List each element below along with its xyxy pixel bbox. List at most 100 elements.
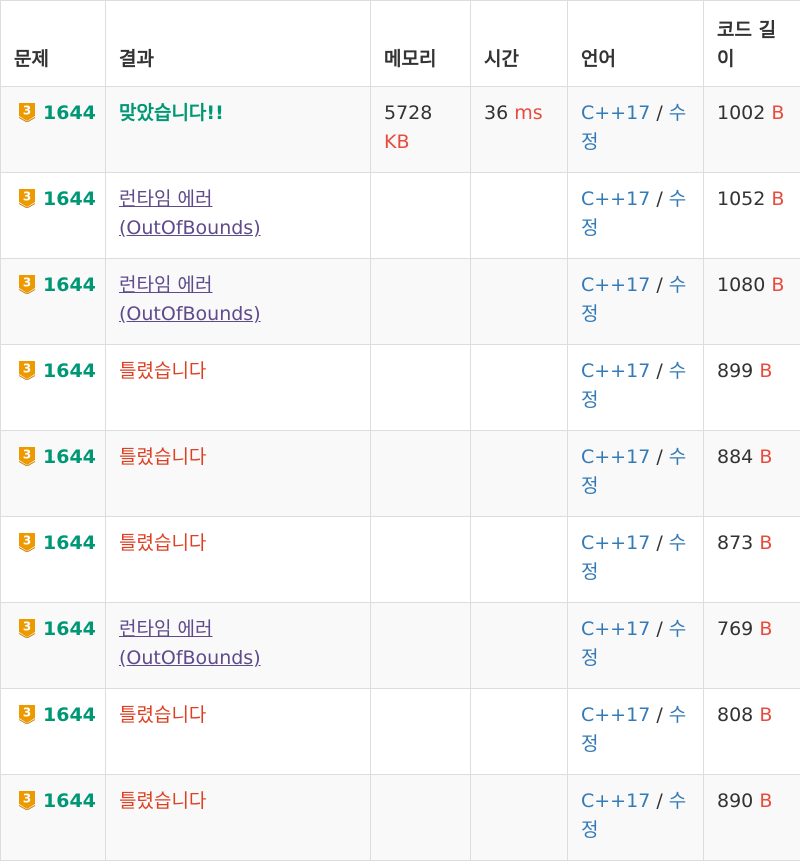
table-row: 3 1644 틀렸습니다 C++17 / 수정884 B [1,431,800,517]
tier-level-label: 3 [23,276,31,290]
result-cell: 맞았습니다!! [106,87,371,173]
time-value: 36 [484,102,508,124]
language-link[interactable]: C++17 [581,532,650,554]
gold-tier-badge-icon: 3 [17,360,37,380]
memory-cell [371,603,471,689]
problem-cell: 3 1644 [1,259,106,345]
code-length-unit: B [759,704,772,726]
problem-link[interactable]: 1644 [43,274,96,296]
problem-cell: 3 1644 [1,689,106,775]
time-cell [471,603,568,689]
tier-level-label: 3 [23,190,31,204]
table-row: 3 1644 틀렸습니다 C++17 / 수정 808 B [1,689,800,775]
separator: / [650,704,668,726]
code-length-value: 873 [717,532,753,554]
code-length-unit: B [759,360,772,382]
code-length-value: 808 [717,704,753,726]
result-cell: 틀렸습니다 [106,689,371,775]
result-cell: 틀렸습니다 [106,517,371,603]
problem-link[interactable]: 1644 [43,188,96,210]
memory-value: 5728 [384,102,432,124]
code-length-value: 1080 [717,274,765,296]
code-length-cell: 873 B [704,517,800,603]
language-link[interactable]: C++17 [581,274,650,296]
gold-tier-badge-icon: 3 [17,446,37,466]
gold-tier-badge-icon: 3 [17,274,37,294]
problem-link[interactable]: 1644 [43,618,96,640]
code-length-cell: 769 B [704,603,800,689]
code-length-value: 890 [717,790,753,812]
separator: / [650,532,668,554]
language-link[interactable]: C++17 [581,360,650,382]
memory-cell [371,173,471,259]
column-header-problem: 문제 [1,1,106,87]
separator: / [650,446,668,468]
tier-level-label: 3 [23,706,31,720]
code-length-unit: B [771,188,784,210]
code-length-cell: 884 B [704,431,800,517]
tier-level-label: 3 [23,362,31,376]
result-status: 맞았습니다!! [119,102,224,124]
table-row: 31644런타임 에러 (OutOfBounds) C++17 / 수정1052… [1,173,800,259]
result-cell: 틀렸습니다 [106,345,371,431]
time-cell [471,775,568,861]
time-cell [471,259,568,345]
language-link[interactable]: C++17 [581,102,650,124]
column-header-code-length: 코드 길이 [704,1,800,87]
code-length-value: 1002 [717,102,765,124]
memory-cell [371,517,471,603]
problem-link[interactable]: 1644 [43,360,96,382]
memory-unit: KB [384,131,410,153]
language-cell: C++17 / 수정 [568,431,704,517]
problem-cell: 3 1644 [1,87,106,173]
code-length-value: 899 [717,360,753,382]
code-length-value: 769 [717,618,753,640]
result-status[interactable]: 런타임 에러 (OutOfBounds) [119,618,261,669]
language-cell: C++17 / 수정 [568,517,704,603]
memory-cell [371,775,471,861]
language-link[interactable]: C++17 [581,790,650,812]
language-cell: C++17 / 수정 [568,259,704,345]
memory-cell [371,431,471,517]
language-cell: C++17 / 수정 [568,87,704,173]
problem-link[interactable]: 1644 [43,446,96,468]
table-row: 31644틀렸습니다 C++17 / 수정899 B [1,345,800,431]
memory-cell [371,689,471,775]
code-length-cell: 1080 B [704,259,800,345]
result-status: 틀렸습니다 [119,360,206,382]
language-link[interactable]: C++17 [581,704,650,726]
problem-link[interactable]: 1644 [43,532,96,554]
problem-cell: 3 1644 [1,345,106,431]
language-link[interactable]: C++17 [581,446,650,468]
column-header-language: 언어 [568,1,704,87]
separator: / [650,360,668,382]
gold-tier-badge-icon: 3 [17,188,37,208]
problem-cell: 3 1644 [1,173,106,259]
result-status[interactable]: 런타임 에러 (OutOfBounds) [119,274,261,325]
language-cell: C++17 / 수정 [568,775,704,861]
language-cell: C++17 / 수정 [568,603,704,689]
problem-cell: 3 1644 [1,517,106,603]
language-link[interactable]: C++17 [581,618,650,640]
time-cell [471,173,568,259]
tier-level-label: 3 [23,792,31,806]
tier-level-label: 3 [23,448,31,462]
separator: / [650,618,668,640]
submission-rows: 31644맞았습니다!!5728 KB36 msC++17 / 수정1002 B… [1,87,800,861]
memory-cell [371,345,471,431]
tier-level-label: 3 [23,104,31,118]
problem-link[interactable]: 1644 [43,704,96,726]
problem-link[interactable]: 1644 [43,790,96,812]
submission-status-table: 문제 결과 메모리 시간 언어 코드 길이 3 1644 맞았습니다!! 5728 K… [0,0,800,861]
code-length-cell: 1052 B [704,173,800,259]
language-cell: C++17 / 수정 [568,689,704,775]
gold-tier-badge-icon: 3 [17,532,37,552]
problem-link[interactable]: 1644 [43,102,96,124]
problem-cell: 3 1644 [1,775,106,861]
table-header-row: 문제 결과 메모리 시간 언어 코드 길이 [1,1,800,87]
language-link[interactable]: C++17 [581,188,650,210]
problem-cell: 3 1644 [1,603,106,689]
result-status[interactable]: 런타임 에러 (OutOfBounds) [119,188,261,239]
result-cell: 틀렸습니다 [106,431,371,517]
gold-tier-badge-icon: 3 [17,618,37,638]
